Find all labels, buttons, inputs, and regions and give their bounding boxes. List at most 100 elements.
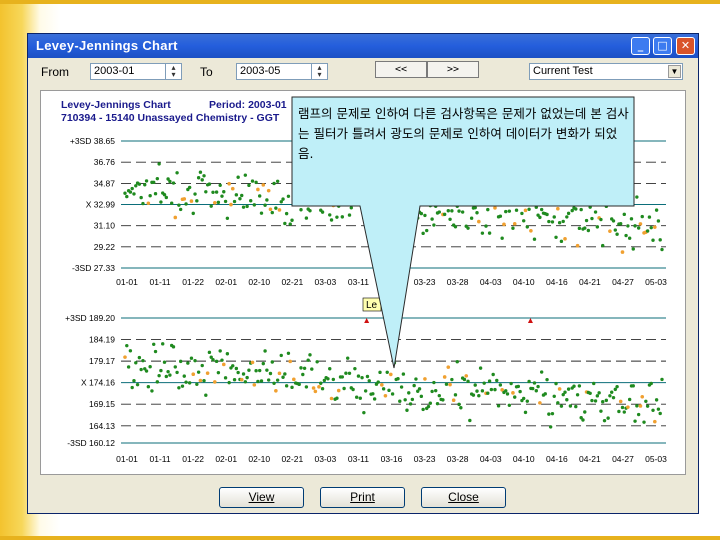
data-point-green [444, 200, 449, 205]
data-point-green [342, 386, 346, 391]
data-point-green [310, 367, 314, 371]
data-point-orange [448, 382, 452, 387]
data-point-green [574, 404, 578, 409]
close-window-button[interactable]: ✕ [676, 37, 695, 55]
title-bar[interactable]: Levey-Jennings Chart _ □ ✕ [28, 34, 698, 58]
data-point-green [146, 385, 151, 389]
data-point-green [220, 194, 224, 198]
chevron-down-icon[interactable]: ▼ [668, 65, 681, 78]
data-point-green [159, 200, 163, 204]
data-point-green [144, 369, 149, 373]
out-of-range-marker [527, 141, 533, 146]
data-point-green [552, 394, 556, 398]
data-point-green [284, 211, 289, 216]
x-tick-label: 03-11 [348, 454, 369, 464]
data-point-green [399, 385, 404, 389]
data-point-green [320, 210, 325, 214]
close-button[interactable]: Close [421, 487, 506, 508]
data-point-green [241, 205, 246, 209]
data-point-green [410, 397, 415, 402]
data-point-green [408, 402, 413, 406]
data-point-green [130, 186, 134, 191]
data-point-green [410, 226, 415, 231]
data-point-green [292, 194, 296, 198]
data-point-orange [212, 201, 217, 205]
data-point-green [514, 208, 519, 212]
test-select[interactable]: Current Test ▼ [529, 63, 683, 80]
data-point-orange [268, 207, 273, 212]
y-tick-label: -3SD 27.33 [72, 263, 115, 273]
data-point-green [626, 224, 630, 228]
data-point-green [624, 233, 628, 238]
data-point-green [428, 203, 433, 208]
minimize-button[interactable]: _ [631, 37, 650, 55]
y-tick-label: X 32.99 [86, 200, 116, 210]
to-date-value: 2003-05 [240, 65, 281, 77]
chart-subtitle: 710394 - 15140 Unassayed Chemistry - GGT [61, 112, 280, 124]
data-point-green [288, 222, 292, 226]
previous-period-button[interactable]: << [375, 61, 427, 78]
data-point-green [256, 379, 260, 384]
print-button[interactable]: Print [320, 487, 405, 508]
data-point-green [656, 407, 661, 411]
data-point-green [525, 225, 530, 229]
data-point-green [486, 391, 490, 395]
data-point-orange [261, 183, 266, 187]
data-point-green [611, 395, 616, 400]
data-point-green [588, 205, 592, 209]
data-point-green [283, 372, 287, 376]
data-point-green [302, 366, 307, 370]
view-button[interactable]: View [219, 487, 304, 508]
data-point-green [550, 220, 555, 224]
x-tick-label: 04-03 [480, 277, 502, 287]
from-date-spinner[interactable]: ▴ ▾ [165, 64, 181, 79]
data-point-green [347, 213, 352, 217]
data-point-green [306, 358, 310, 362]
data-point-green [536, 384, 540, 389]
data-point-green [572, 384, 576, 388]
data-point-green [547, 412, 551, 416]
data-point-green [243, 380, 248, 384]
data-point-green [362, 410, 366, 415]
data-point-green [272, 181, 276, 186]
data-point-green [547, 219, 551, 224]
x-tick-label: 03-23 [414, 277, 436, 287]
data-point-orange [198, 378, 203, 383]
data-point-green [171, 345, 176, 349]
data-point-green [363, 389, 368, 393]
data-point-green [130, 385, 134, 390]
to-date-spinner[interactable]: ▴ ▾ [311, 64, 327, 79]
y-tick-label: 29.22 [94, 242, 116, 252]
data-point-green [513, 395, 517, 399]
next-period-button[interactable]: >> [427, 61, 479, 78]
data-point-green [342, 192, 346, 196]
data-point-green [247, 368, 251, 372]
data-point-green [421, 231, 425, 236]
data-point-green [595, 394, 600, 398]
y-tick-label: 31.10 [94, 221, 116, 231]
data-point-green [187, 381, 192, 385]
x-tick-label: 04-21 [579, 277, 601, 287]
x-tick-label: 03-03 [315, 277, 337, 287]
data-point-orange [653, 419, 657, 424]
data-point-green [214, 359, 219, 364]
data-point-green [220, 358, 224, 362]
data-point-green [195, 199, 199, 203]
data-point-orange [638, 222, 643, 226]
data-point-green [225, 352, 230, 356]
data-point-green [489, 387, 494, 392]
data-point-green [392, 361, 397, 365]
y-tick-label: 184.19 [89, 335, 115, 345]
data-point-green [351, 175, 355, 180]
data-point-green [340, 215, 345, 219]
x-tick-label: 02-21 [281, 277, 303, 287]
data-point-orange [538, 401, 542, 405]
data-point-green [618, 222, 623, 226]
from-date-field[interactable]: 2003-01 ▴ ▾ [90, 63, 182, 80]
data-point-orange [329, 396, 334, 401]
maximize-button[interactable]: □ [653, 37, 672, 55]
data-point-orange [626, 405, 630, 409]
to-date-field[interactable]: 2003-05 ▴ ▾ [236, 63, 328, 80]
data-point-green [475, 389, 479, 393]
data-point-green [177, 203, 181, 207]
